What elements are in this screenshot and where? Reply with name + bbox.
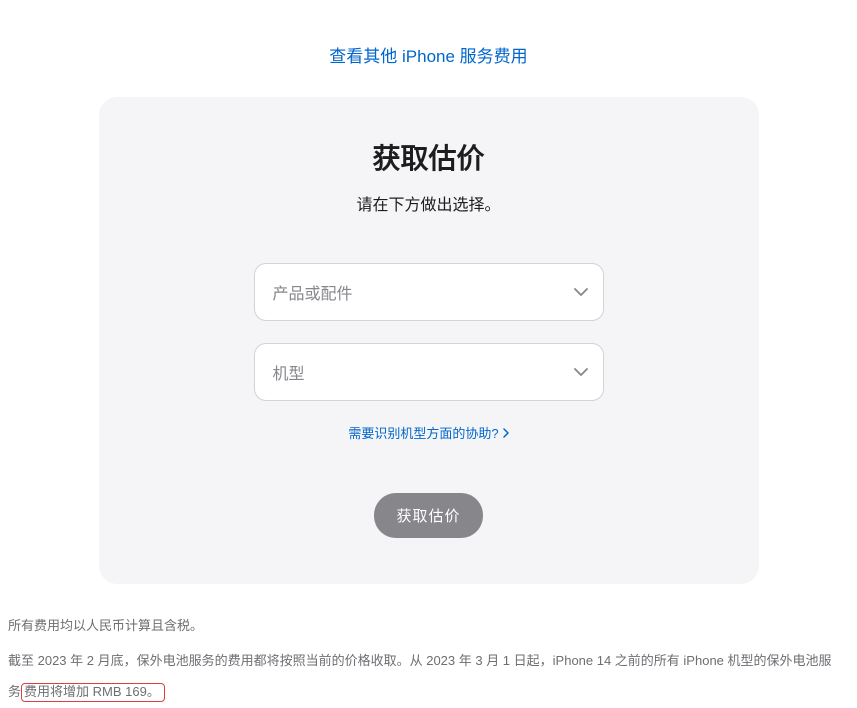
product-select-placeholder: 产品或配件 [273,280,353,304]
identify-model-help-link[interactable]: 需要识别机型方面的协助? [348,423,508,442]
footer-line2: 截至 2023 年 2 月底，保外电池服务的费用都将按照当前的价格收取。从 20… [8,645,849,707]
footer-line1: 所有费用均以人民币计算且含税。 [8,610,849,641]
model-select[interactable]: 机型 [254,343,604,401]
model-select-placeholder: 机型 [273,360,305,384]
product-select[interactable]: 产品或配件 [254,263,604,321]
help-link-label: 需要识别机型方面的协助? [348,423,498,442]
panel-subtitle: 请在下方做出选择。 [149,191,709,215]
get-estimate-button[interactable]: 获取估价 [374,493,482,538]
price-increase-highlight: 费用将增加 RMB 169。 [21,683,165,702]
view-other-services-link[interactable]: 查看其他 iPhone 服务费用 [329,47,527,66]
panel-title: 获取估价 [149,137,709,177]
chevron-right-icon [503,428,509,438]
footer-disclaimer: 所有费用均以人民币计算且含税。 截至 2023 年 2 月底，保外电池服务的费用… [0,584,857,708]
estimate-panel: 获取估价 请在下方做出选择。 产品或配件 机型 需要识别机型方面的协助? [99,97,759,584]
